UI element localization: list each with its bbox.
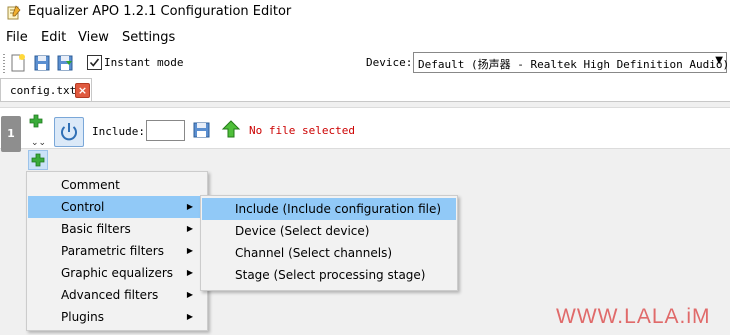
instant-mode-label: Instant mode xyxy=(104,56,184,69)
save-icon[interactable] xyxy=(33,53,51,73)
move-up-icon[interactable] xyxy=(221,119,241,139)
submenu-arrow-icon: ▶ xyxy=(186,224,193,233)
submenu-arrow-icon: ▶ xyxy=(186,202,193,211)
save-as-icon[interactable] xyxy=(56,53,74,73)
submenu-item-stage[interactable]: Stage (Select processing stage) xyxy=(202,264,456,286)
menu-file[interactable]: File xyxy=(6,30,28,45)
tab-config-txt[interactable]: config.txt × xyxy=(0,78,92,101)
device-select[interactable]: Default (扬声器 - Realtek High Definition A… xyxy=(413,52,730,73)
menu-item-plugins[interactable]: Plugins ▶ xyxy=(28,306,206,328)
dropdown-arrow-icon: ▼ xyxy=(715,55,723,66)
window-title: Equalizer APO 1.2.1 Configuration Editor xyxy=(28,4,292,19)
add-filter-button[interactable] xyxy=(28,150,48,170)
submenu-arrow-icon: ▶ xyxy=(186,290,193,299)
watermark: WWW.LALA.iM xyxy=(556,305,711,328)
open-file-icon[interactable] xyxy=(192,120,212,140)
submenu-arrow-icon: ▶ xyxy=(186,312,193,321)
instant-mode-checkbox[interactable] xyxy=(87,55,102,70)
close-tab-icon[interactable]: × xyxy=(75,83,90,98)
filter-row: 1 ⌄⌄ Include: No file selected xyxy=(0,107,730,152)
menu-item-control[interactable]: Control ▶ xyxy=(28,196,206,218)
menu-item-basic-filters[interactable]: Basic filters ▶ xyxy=(28,218,206,240)
no-file-status: No file selected xyxy=(249,124,355,137)
toolbar: Instant mode Device: Default (扬声器 - Real… xyxy=(0,50,730,77)
submenu-item-include[interactable]: Include (Include configuration file) xyxy=(202,198,456,220)
menu-item-comment[interactable]: Comment xyxy=(28,174,206,196)
menu-view[interactable]: View xyxy=(78,30,109,45)
submenu-arrow-icon: ▶ xyxy=(186,268,193,277)
device-label: Device: xyxy=(366,56,413,69)
new-file-icon[interactable] xyxy=(9,53,27,73)
row-number[interactable]: 1 xyxy=(1,116,21,152)
device-select-value: Default (扬声器 - Realtek High Definition A… xyxy=(418,58,730,71)
tab-label: config.txt xyxy=(10,84,77,97)
power-icon xyxy=(61,123,77,141)
add-icon xyxy=(31,153,45,167)
include-file-input[interactable] xyxy=(146,120,185,141)
submenu-item-device[interactable]: Device (Select device) xyxy=(202,220,456,242)
menu-bar: File Edit View Settings xyxy=(0,28,730,49)
add-icon[interactable] xyxy=(29,114,43,128)
tab-bar: config.txt × xyxy=(0,76,730,102)
include-label: Include: xyxy=(92,125,145,138)
menu-item-advanced-filters[interactable]: Advanced filters ▶ xyxy=(28,284,206,306)
title-bar: Equalizer APO 1.2.1 Configuration Editor xyxy=(0,0,730,25)
menu-settings[interactable]: Settings xyxy=(122,30,175,45)
checkmark-icon xyxy=(89,58,100,67)
control-submenu: Include (Include configuration file) Dev… xyxy=(200,195,458,291)
toolbar-grip xyxy=(3,54,5,74)
menu-item-graphic-equalizers[interactable]: Graphic equalizers ▶ xyxy=(28,262,206,284)
power-toggle-button[interactable] xyxy=(54,117,84,147)
submenu-arrow-icon: ▶ xyxy=(186,246,193,255)
collapse-icon[interactable]: ⌄⌄ xyxy=(31,138,46,148)
menu-item-parametric-filters[interactable]: Parametric filters ▶ xyxy=(28,240,206,262)
app-icon xyxy=(7,5,21,20)
submenu-item-channel[interactable]: Channel (Select channels) xyxy=(202,242,456,264)
menu-edit[interactable]: Edit xyxy=(41,30,66,45)
add-filter-menu: Comment Control ▶ Basic filters ▶ Parame… xyxy=(26,171,208,331)
